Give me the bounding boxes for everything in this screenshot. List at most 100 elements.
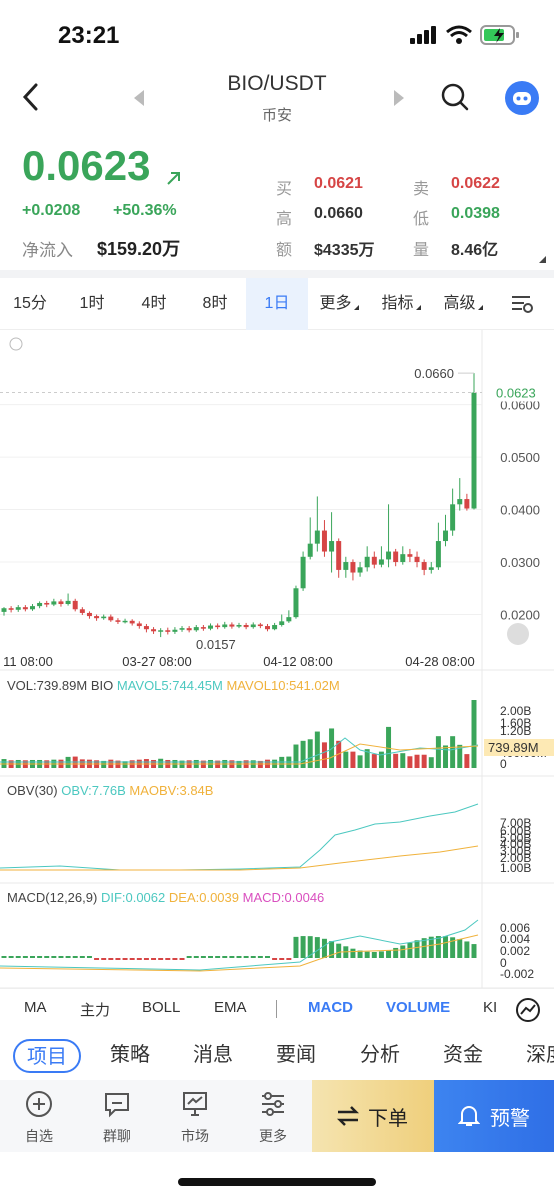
vol-legend-ma10: MAVOL10:541.02M [226,678,340,693]
tab-project[interactable]: 项目 [13,1039,81,1073]
chart-settings-icon[interactable] [510,294,534,314]
last-price: 0.0623 [22,142,151,189]
candle-body [293,588,299,618]
timeframe-1d[interactable]: 1日 [246,278,308,330]
advanced-menu[interactable]: 高级 [434,278,492,330]
candle-body [236,625,242,627]
candle-body [243,625,249,628]
candle-body [215,625,221,628]
y-tick-label: 0.0200 [500,608,540,623]
candle-body [158,630,164,632]
candle-body [229,624,235,627]
tab-analysis[interactable]: 分析 [360,1039,400,1073]
timeframe-15m[interactable]: 15分 [0,278,60,330]
candle-body [179,628,185,630]
candle-body [172,629,178,632]
nav-watchlist[interactable]: 自选 [0,1080,78,1152]
macd-histogram-bar [143,958,149,960]
candle-body [407,554,413,557]
y-tick-label: 0.0300 [500,555,540,570]
candle-body [264,626,270,630]
candle-body [186,628,192,631]
timeframe-8h[interactable]: 8时 [185,278,245,330]
timeframe-more[interactable]: 更多 [310,278,368,330]
more-sliders-icon [262,1092,284,1116]
macd-histogram-bar [293,936,299,958]
tab-strategy[interactable]: 策略 [110,1039,150,1073]
price-summary: 0.0623 +0.0208 +50.36% 净流入 $159.20万 买 0.… [0,140,554,268]
assistant-bot-icon[interactable] [505,81,539,115]
indicator-macd[interactable]: MACD [308,999,353,1016]
stat-sell-value: 0.0622 [451,175,500,192]
vol-legend: VOL:739.89M BIO MAVOL5:744.45M MAVOL10:5… [7,678,340,693]
candle-body [51,601,57,605]
indicator-menu[interactable]: 指标 [372,278,430,330]
macd-histogram-bar [101,958,107,960]
next-pair-icon[interactable] [394,90,404,106]
timeframe-4h[interactable]: 4时 [124,278,184,330]
collapse-icon [9,337,23,351]
stat-amount-value: $4335万 [314,242,375,259]
stat-low-value: 0.0398 [451,205,500,222]
macd-histogram-bar [158,958,164,960]
indicator-chart-icon[interactable] [515,997,541,1023]
macd-histogram-bar [186,956,192,958]
place-order-button[interactable]: 下单 [312,1080,434,1152]
nav-market[interactable]: 市场 [156,1080,234,1152]
candle-body [471,392,477,509]
macd-histogram-bar [471,944,477,958]
candle-body [200,627,206,629]
candle-body [72,600,78,610]
wifi-icon [446,25,472,44]
indicator-ma[interactable]: MA [24,999,47,1016]
kline-chart[interactable]: 0.0600 0.0500 0.0400 0.0300 0.0200 0.0623 0.06… [0,330,554,988]
macd-tick-label: -0.002 [500,967,534,981]
timeframe-1h[interactable]: 1时 [62,278,122,330]
nav-more[interactable]: 更多 [234,1080,312,1152]
x-tick-label: 03-27 08:00 [122,654,191,669]
dropdown-icon [415,305,421,310]
obv-line [0,803,479,871]
indicator-boll[interactable]: BOLL [142,999,180,1016]
volume-bar [435,736,441,768]
macd-histogram-bar [37,956,43,958]
candle-body [450,504,456,531]
candle-body [65,600,71,605]
candle-body [22,607,28,610]
macd-histogram-bar [200,956,206,958]
macd-histogram-bar [400,945,406,958]
macd-legend-macd: MACD:0.0046 [242,890,325,905]
indicator-kdj[interactable]: KI [483,999,497,1016]
last-price-tag: 0.0623 [496,386,536,401]
candle-body [143,626,149,630]
indicator-main-force[interactable]: 主力 [80,999,110,1020]
search-icon[interactable] [440,82,470,112]
signal-icon [410,26,436,44]
macd-histogram-bar [44,956,50,958]
obv-legend-ma: MAOBV:3.84B [129,783,214,798]
price-alert-button[interactable]: 预警 [434,1080,554,1152]
macd-histogram-bar [122,958,128,960]
macd-histogram-bar [22,956,28,958]
macd-histogram-bar [222,956,228,958]
candle-body [386,551,392,560]
tab-headlines[interactable]: 要闻 [276,1039,316,1073]
macd-histogram-bar [29,956,35,958]
tab-funds[interactable]: 资金 [443,1039,483,1073]
candle-body [307,543,313,557]
macd-histogram-bar [236,956,242,958]
expand-icon[interactable] [539,256,546,263]
vol-legend-ma5: MAVOL5:744.45M [116,678,223,693]
volume-bar [314,731,320,768]
tab-news[interactable]: 消息 [193,1039,233,1073]
volume-bar [307,739,313,768]
candle-body [414,556,420,563]
indicator-ema[interactable]: EMA [214,999,247,1016]
macd-histogram-bar [321,938,327,958]
status-bar: 23:21 [0,0,554,70]
indicator-volume[interactable]: VOLUME [386,999,450,1016]
nav-group-chat[interactable]: 群聊 [78,1080,156,1152]
market-icon [183,1092,207,1116]
macd-histogram-bar [115,958,121,960]
tab-depth[interactable]: 深度 [526,1039,554,1073]
